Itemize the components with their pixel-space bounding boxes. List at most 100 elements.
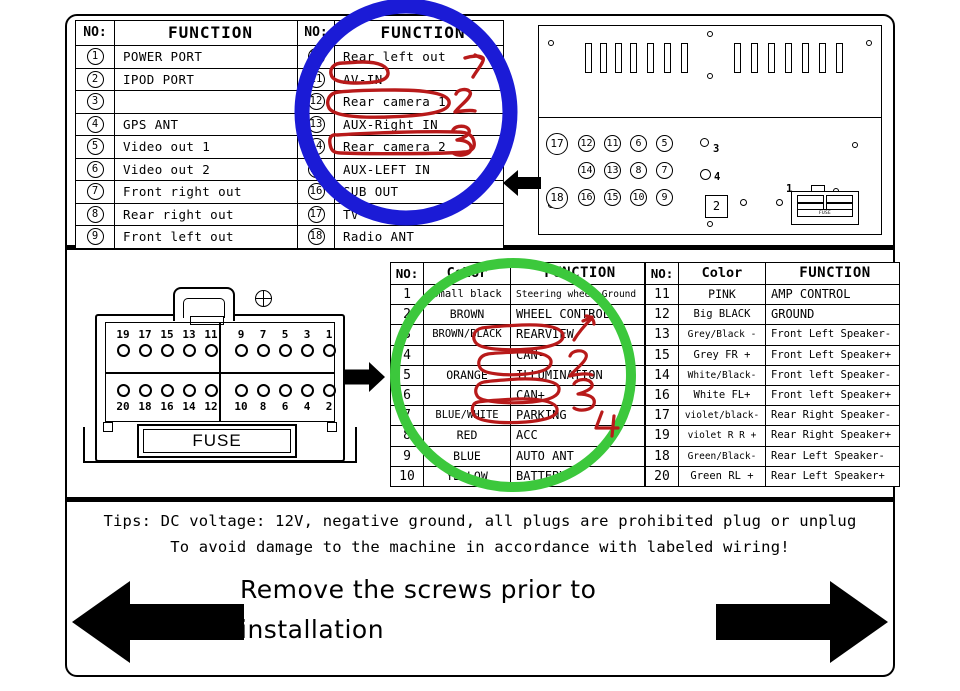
- row-color-cell: violet R R +: [678, 425, 766, 447]
- arrow-right-middle: [345, 360, 385, 394]
- screw-hole-icon: [866, 40, 872, 46]
- row-function-cell: Rear Right Speaker-: [765, 405, 900, 427]
- arrow-left-top: [503, 168, 541, 198]
- header-color: Color: [678, 262, 766, 285]
- row-number: 17: [307, 205, 325, 223]
- row-no-cell: 19: [645, 425, 679, 447]
- table-row: 18 Radio ANT: [297, 225, 504, 249]
- row-color-cell: BROWN/BLACK: [423, 324, 511, 346]
- table-row: 3 BROWN/BLACK REARVIEW: [390, 324, 645, 346]
- table-row: 15 AUX-LEFT IN: [297, 157, 504, 181]
- wire-table-right: NO: Color FUNCTION 11 PINK AMP CONTROL 12 Big B…: [645, 262, 900, 488]
- row-no-cell: 11: [297, 67, 335, 91]
- row-no-cell: 8: [75, 202, 115, 226]
- plug-pin-label-4: 4: [303, 400, 311, 413]
- screw-hole-icon: [707, 73, 713, 79]
- row-number: 18: [307, 228, 325, 245]
- screw-hole-icon: [852, 142, 858, 148]
- row-color-cell: Big BLACK: [678, 304, 766, 326]
- row-color-cell: BLUE: [423, 445, 511, 467]
- plug-pin-label-20: 20: [116, 400, 130, 413]
- row-no-cell: 2: [390, 304, 424, 326]
- table-row: 11 PINK AMP CONTROL: [645, 283, 900, 306]
- row-no-cell: 8: [390, 425, 424, 447]
- table-row: 8 Rear right out: [75, 202, 299, 226]
- jack-square-2: 2: [705, 195, 728, 218]
- table-row: 6 Video out 2: [75, 157, 299, 181]
- plug-pin-label-16: 16: [160, 400, 174, 413]
- plug-pin-label-9: 9: [237, 328, 245, 341]
- row-function-cell: Front Left Speaker-: [765, 324, 900, 346]
- row-function-cell: CAN-: [510, 344, 645, 366]
- jack-15: 15: [604, 189, 621, 206]
- row-function-cell: AUX-Right IN: [334, 112, 504, 136]
- plug-pin-hole-11: [205, 344, 218, 357]
- row-no-cell: 15: [645, 344, 679, 366]
- row-function-cell: Rear Left Speaker+: [765, 465, 900, 488]
- plug-pin-label-12: 12: [204, 400, 218, 413]
- row-no-cell: 10: [390, 465, 424, 488]
- row-color-cell: ORANGE: [423, 364, 511, 387]
- table-header-row: NO: FUNCTION: [75, 20, 299, 46]
- plug-pin-hole-4: [301, 384, 314, 397]
- jack-label-4: 4: [714, 171, 721, 183]
- row-no-cell: 3: [75, 90, 115, 114]
- table-row: 6 CAN+: [390, 385, 645, 407]
- row-function-cell: AUTO ANT: [510, 445, 645, 467]
- row-no-cell: 13: [645, 324, 679, 346]
- row-color-cell: Grey/Black -: [678, 324, 766, 346]
- row-function-cell: Front left Speaker+: [765, 385, 900, 407]
- row-no-cell: 9: [390, 445, 424, 467]
- row-no-cell: 14: [297, 135, 335, 159]
- jack-10: 10: [630, 189, 647, 206]
- plug-pin-hole-14: [183, 384, 196, 397]
- table-row: 15 Grey FR + Front Left Speaker+: [645, 344, 900, 366]
- row-no-cell: 4: [390, 344, 424, 366]
- table-row: 2 BROWN WHEEL CONTROL: [390, 304, 645, 326]
- row-no-cell: 4: [75, 112, 115, 136]
- row-function-cell: [114, 90, 299, 114]
- jack-16: 16: [578, 189, 595, 206]
- plug-pin-hole-9: [235, 344, 248, 357]
- plug-fuse-label: FUSE: [143, 429, 291, 453]
- table-row: 13 AUX-Right IN: [297, 112, 504, 136]
- device-vent-panel: [539, 26, 881, 118]
- table-row: 7 BLUE/WHITE PARKING: [390, 405, 645, 427]
- arrow-right-bottom: [716, 578, 888, 666]
- plug-pin-hole-20: [117, 384, 130, 397]
- plug-pin-label-11: 11: [204, 328, 218, 341]
- table-header-row: NO: Color FUNCTION: [645, 262, 900, 285]
- plug-pin-label-14: 14: [182, 400, 196, 413]
- plug-pin-label-8: 8: [259, 400, 267, 413]
- plug-pin-hole-13: [183, 344, 196, 357]
- plug-pin-hole-10: [235, 384, 248, 397]
- table-header-row: NO: FUNCTION: [297, 20, 504, 46]
- row-function-cell: Front left Speaker-: [765, 364, 900, 387]
- row-no-cell: 14: [645, 364, 679, 387]
- plug-pin-label-18: 18: [138, 400, 152, 413]
- row-no-cell: 12: [645, 304, 679, 326]
- installation-notice: Remove the screws prior to installation: [240, 575, 597, 644]
- row-function-cell: CAN+: [510, 385, 645, 407]
- row-function-cell: AMP CONTROL: [765, 283, 900, 306]
- row-color-cell: [423, 344, 511, 366]
- row-number: 11: [307, 70, 325, 88]
- row-function-cell: AUX-LEFT IN: [334, 157, 504, 181]
- table-row: 14 White/Black- Front left Speaker-: [645, 364, 900, 387]
- row-number: 9: [86, 228, 104, 245]
- row-function-cell: Steering wheel Ground: [510, 283, 645, 306]
- row-color-cell: White FL+: [678, 385, 766, 407]
- plug-pin-label-6: 6: [281, 400, 289, 413]
- header-no: NO:: [645, 262, 679, 285]
- jack-13: 13: [604, 162, 621, 179]
- row-no-cell: 18: [297, 225, 335, 249]
- row-no-cell: 9: [75, 225, 115, 249]
- header-function: FUNCTION: [334, 20, 504, 46]
- row-number: 14: [307, 138, 325, 155]
- table-row: 1 Small black Steering wheel Ground: [390, 283, 645, 306]
- row-function-cell: Rear right out: [114, 202, 299, 226]
- row-no-cell: 7: [390, 405, 424, 427]
- arrow-left-bottom: [72, 578, 244, 666]
- row-no-cell: 3: [390, 324, 424, 346]
- header-no: NO:: [390, 262, 424, 285]
